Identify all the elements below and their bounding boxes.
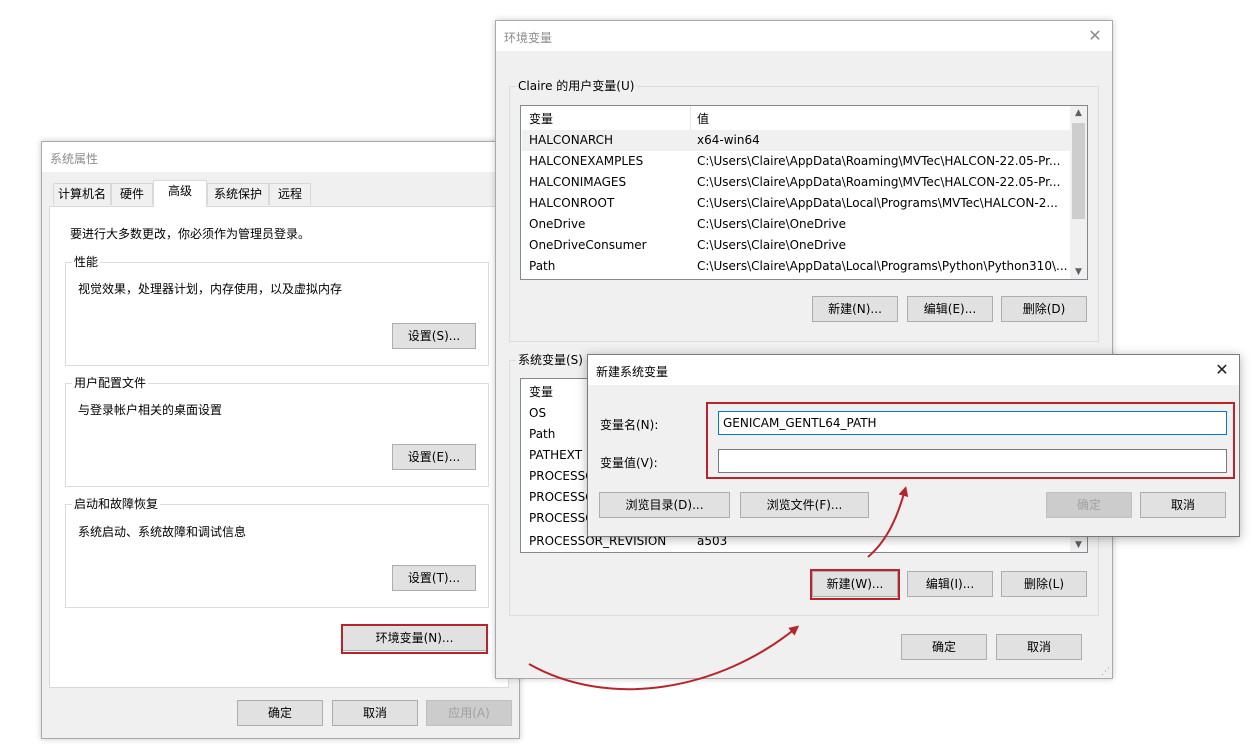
list-item[interactable]: OneDrive C:\Users\Claire\OneDrive	[522, 214, 1070, 235]
column-divider	[690, 106, 691, 130]
browse-file-button[interactable]: 浏览文件(F)...	[740, 492, 869, 518]
title-bar: 系统属性	[42, 142, 519, 172]
scroll-down-icon[interactable]: ▼	[1070, 540, 1087, 550]
tab-remote[interactable]: 远程	[269, 183, 311, 205]
user-list-header: 变量 值	[521, 106, 1087, 130]
tab-computer-name[interactable]: 计算机名	[53, 183, 111, 205]
dialog-title: 系统属性	[50, 152, 99, 166]
tab-hardware[interactable]: 硬件	[111, 183, 153, 205]
user-profiles-group: 用户配置文件	[65, 375, 489, 487]
system-properties-apply-button[interactable]: 应用(A)	[426, 700, 512, 726]
startup-recovery-label: 启动和故障恢复	[72, 496, 161, 512]
new-var-cancel-button[interactable]: 取消	[1140, 492, 1226, 518]
input-fields-highlight	[706, 402, 1235, 479]
system-properties-ok-button[interactable]: 确定	[237, 700, 323, 726]
tab-system-protection[interactable]: 系统保护	[207, 183, 269, 205]
list-item[interactable]: OneDriveConsumer C:\Users\Claire\OneDrive	[522, 235, 1070, 256]
user-variables-list[interactable]: 变量 值 HALCONARCH x64-win64 HALCONEXAMPLES C…	[520, 105, 1088, 280]
performance-group: 性能	[65, 254, 489, 366]
list-item[interactable]: HALCONIMAGES C:\Users\Claire\AppData\Roam…	[522, 172, 1070, 193]
scroll-up-icon[interactable]: ▲	[1070, 108, 1087, 118]
user-profiles-settings-button[interactable]: 设置(E)...	[392, 444, 476, 470]
user-new-button[interactable]: 新建(N)...	[812, 296, 898, 322]
system-variables-label: 系统变量(S)	[516, 352, 585, 368]
list-item[interactable]: HALCONARCH x64-win64	[522, 130, 1070, 151]
user-profiles-desc: 与登录帐户相关的桌面设置	[78, 403, 223, 417]
column-header-name[interactable]: 变量	[529, 110, 553, 127]
new-var-ok-button[interactable]: 确定	[1046, 492, 1132, 518]
tab-advanced[interactable]: 高级	[153, 180, 207, 207]
new-var-title-bar: 新建系统变量 ✕	[588, 355, 1239, 385]
user-edit-button[interactable]: 编辑(E)...	[907, 296, 993, 322]
admin-note: 要进行大多数更改，你必须作为管理员登录。	[70, 227, 311, 241]
user-variables-label: Claire 的用户变量(U)	[516, 78, 637, 94]
performance-label: 性能	[72, 254, 101, 270]
column-header-value[interactable]: 值	[697, 110, 709, 127]
env-button-highlight	[341, 624, 488, 654]
browse-directory-button[interactable]: 浏览目录(D)...	[599, 492, 730, 518]
list-item[interactable]: HALCONROOT C:\Users\Claire\AppData\Local\…	[522, 193, 1070, 214]
env-title-bar: 环境变量 ✕	[496, 21, 1112, 51]
scroll-thumb[interactable]	[1072, 123, 1085, 219]
performance-desc: 视觉效果，处理器计划，内存使用，以及虚拟内存	[78, 282, 343, 296]
scroll-down-icon[interactable]: ▼	[1070, 267, 1087, 277]
variable-value-label: 变量值(V):	[600, 456, 658, 470]
list-item[interactable]: HALCONEXAMPLES C:\Users\Claire\AppData\Ro…	[522, 151, 1070, 172]
close-icon[interactable]: ✕	[1213, 361, 1231, 379]
env-ok-button[interactable]: 确定	[901, 634, 987, 660]
user-profiles-label: 用户配置文件	[72, 375, 149, 391]
system-edit-button[interactable]: 编辑(I)...	[907, 571, 993, 597]
startup-recovery-group: 启动和故障恢复	[65, 496, 489, 608]
system-delete-button[interactable]: 删除(L)	[1001, 571, 1087, 597]
user-delete-button[interactable]: 删除(D)	[1001, 296, 1087, 322]
resize-grip-icon[interactable]: ⋰	[1100, 667, 1110, 677]
env-cancel-button[interactable]: 取消	[996, 634, 1082, 660]
system-new-button-highlight	[810, 569, 900, 600]
list-item[interactable]: Path C:\Users\Claire\AppData\Local\Progra…	[522, 256, 1070, 277]
variable-name-label: 变量名(N):	[600, 418, 659, 432]
startup-recovery-desc: 系统启动、系统故障和调试信息	[78, 525, 247, 539]
performance-settings-button[interactable]: 设置(S)...	[392, 323, 476, 349]
user-list-scrollbar[interactable]: ▲ ▼	[1070, 106, 1087, 279]
close-icon[interactable]: ✕	[1086, 27, 1104, 45]
column-header-name[interactable]: 变量	[529, 383, 553, 400]
system-properties-cancel-button[interactable]: 取消	[332, 700, 418, 726]
env-dialog-title: 环境变量	[504, 31, 553, 45]
new-var-dialog-title: 新建系统变量	[596, 365, 669, 379]
startup-recovery-settings-button[interactable]: 设置(T)...	[392, 565, 476, 591]
